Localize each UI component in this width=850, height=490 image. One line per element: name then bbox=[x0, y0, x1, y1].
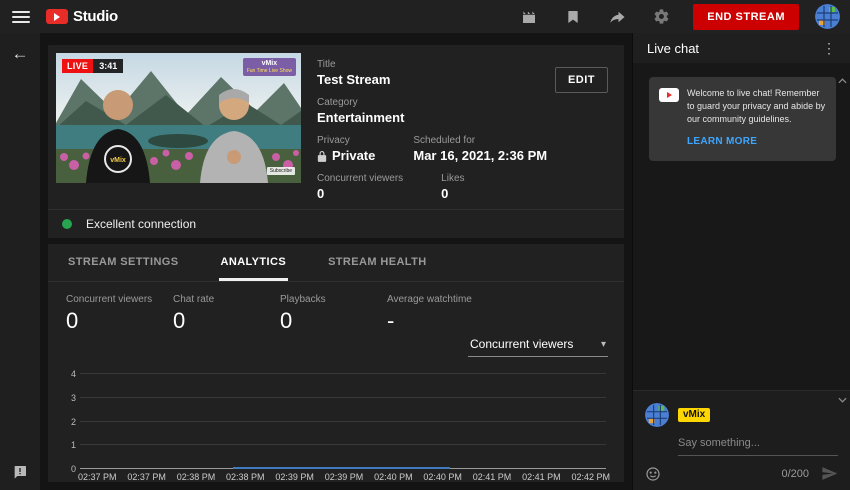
scroll-down-icon[interactable] bbox=[838, 390, 847, 408]
x-tick: 02:39 PM bbox=[325, 472, 364, 482]
chat-user-avatar bbox=[645, 403, 669, 427]
connection-status-text: Excellent connection bbox=[86, 217, 196, 231]
gridline: 2 bbox=[80, 421, 606, 422]
learn-more-link[interactable]: LEARN MORE bbox=[687, 136, 757, 147]
x-tick: 02:41 PM bbox=[522, 472, 561, 482]
likes-value: 0 bbox=[441, 186, 464, 201]
chevron-down-icon: ▾ bbox=[601, 339, 606, 350]
chat-message-input[interactable]: Say something... bbox=[678, 433, 838, 456]
back-arrow-icon[interactable]: ← bbox=[12, 45, 29, 62]
viewers-label: Concurrent viewers bbox=[317, 173, 403, 184]
menu-icon[interactable] bbox=[12, 11, 30, 23]
y-tick: 1 bbox=[64, 440, 76, 450]
likes-label: Likes bbox=[441, 173, 464, 184]
stream-preview-video[interactable]: vMix LIVE 3:41 vMix bbox=[56, 53, 301, 183]
chat-message-list[interactable]: Welcome to live chat! Remember to guard … bbox=[633, 63, 850, 390]
x-tick: 02:37 PM bbox=[78, 472, 117, 482]
tab-stream-settings[interactable]: STREAM SETTINGS bbox=[66, 244, 181, 281]
x-tick: 02:42 PM bbox=[571, 472, 610, 482]
subscribe-watermark: Subscribe bbox=[267, 167, 295, 175]
viewers-value: 0 bbox=[317, 186, 403, 201]
x-tick: 02:41 PM bbox=[473, 472, 512, 482]
dropdown-selected-value: Concurrent viewers bbox=[470, 337, 573, 351]
y-tick: 3 bbox=[64, 393, 76, 403]
privacy-label: Privacy bbox=[317, 135, 375, 146]
scheduled-value: Mar 16, 2021, 2:36 PM bbox=[413, 148, 547, 163]
x-tick: 02:38 PM bbox=[226, 472, 265, 482]
x-tick: 02:40 PM bbox=[374, 472, 413, 482]
left-sidebar: ← bbox=[0, 33, 40, 490]
concurrent-viewers-chart: 4 3 2 1 0 bbox=[64, 373, 608, 468]
top-bar: Studio END STREAM bbox=[0, 0, 850, 33]
x-tick: 02:40 PM bbox=[423, 472, 462, 482]
live-chat-title: Live chat bbox=[647, 41, 699, 56]
x-tick: 02:37 PM bbox=[127, 472, 166, 482]
char-counter: 0/200 bbox=[781, 468, 809, 480]
chart-x-axis-labels: 02:37 PM 02:37 PM 02:38 PM 02:38 PM 02:3… bbox=[78, 472, 610, 482]
chat-username-badge: vMix bbox=[678, 408, 710, 422]
feedback-icon[interactable] bbox=[12, 464, 28, 480]
share-icon[interactable] bbox=[607, 7, 627, 27]
gridline: 3 bbox=[80, 397, 606, 398]
analytics-card: STREAM SETTINGS ANALYTICS STREAM HEALTH … bbox=[48, 244, 624, 482]
film-icon[interactable] bbox=[519, 7, 539, 27]
elapsed-time-badge: 3:41 bbox=[93, 59, 123, 73]
category-label: Category bbox=[317, 97, 404, 108]
x-tick: 02:39 PM bbox=[275, 472, 314, 482]
youtube-studio-app: Studio END STREAM ← bbox=[0, 0, 850, 490]
studio-logo[interactable]: Studio bbox=[46, 8, 118, 25]
lock-icon bbox=[317, 150, 327, 162]
live-chat-header: Live chat ⋮ bbox=[633, 33, 850, 63]
main-panel: vMix LIVE 3:41 vMix bbox=[40, 33, 632, 490]
gridline: 4 bbox=[80, 373, 606, 374]
x-tick: 02:38 PM bbox=[177, 472, 216, 482]
metric-playbacks: Playbacks 0 bbox=[280, 294, 387, 334]
send-icon[interactable] bbox=[821, 465, 838, 482]
brand-name: Studio bbox=[73, 8, 118, 25]
privacy-value: Private bbox=[332, 148, 375, 163]
tabs-bar: STREAM SETTINGS ANALYTICS STREAM HEALTH bbox=[48, 244, 624, 282]
metric-chat-rate: Chat rate 0 bbox=[173, 294, 280, 334]
youtube-icon bbox=[659, 88, 679, 102]
metrics-row: Concurrent viewers 0 Chat rate 0 Playbac… bbox=[48, 282, 624, 334]
metric-concurrent-viewers: Concurrent viewers 0 bbox=[66, 294, 173, 334]
stream-category: Entertainment bbox=[317, 110, 404, 125]
connection-status-row: Excellent connection bbox=[48, 209, 624, 238]
youtube-play-icon bbox=[46, 9, 68, 24]
live-chat-panel: Live chat ⋮ Welcome to live chat! Rememb… bbox=[632, 33, 850, 490]
emoji-icon[interactable] bbox=[645, 466, 661, 482]
stream-info-card: vMix LIVE 3:41 vMix bbox=[48, 45, 624, 238]
gridline: 1 bbox=[80, 444, 606, 445]
svg-text:vMix: vMix bbox=[110, 157, 126, 164]
edit-button[interactable]: EDIT bbox=[555, 67, 608, 93]
chat-menu-icon[interactable]: ⋮ bbox=[818, 40, 840, 57]
scheduled-label: Scheduled for bbox=[413, 135, 547, 146]
y-tick: 2 bbox=[64, 417, 76, 427]
metric-average-watchtime: Average watchtime - bbox=[387, 294, 494, 334]
live-badge: LIVE bbox=[62, 59, 93, 73]
metric-select-dropdown[interactable]: Concurrent viewers ▾ bbox=[468, 334, 608, 357]
bookmark-icon[interactable] bbox=[563, 7, 583, 27]
thumbnail-logo: vMix Fun Time Live Show bbox=[243, 58, 296, 76]
chart-data-line bbox=[233, 467, 451, 469]
y-tick: 4 bbox=[64, 369, 76, 379]
scroll-up-icon[interactable] bbox=[838, 71, 847, 89]
chat-input-placeholder: Say something... bbox=[678, 437, 760, 449]
welcome-message: Welcome to live chat! Remember to guard … bbox=[687, 87, 826, 126]
settings-gear-icon[interactable] bbox=[651, 7, 671, 27]
chat-input-area: vMix Say something... 0/200 bbox=[633, 390, 850, 490]
tab-stream-health[interactable]: STREAM HEALTH bbox=[326, 244, 429, 281]
chat-welcome-card: Welcome to live chat! Remember to guard … bbox=[649, 77, 836, 161]
account-avatar[interactable] bbox=[815, 4, 840, 29]
y-tick: 0 bbox=[64, 464, 76, 474]
end-stream-button[interactable]: END STREAM bbox=[693, 4, 799, 30]
tab-analytics[interactable]: ANALYTICS bbox=[219, 244, 289, 281]
connection-status-dot bbox=[62, 219, 72, 229]
